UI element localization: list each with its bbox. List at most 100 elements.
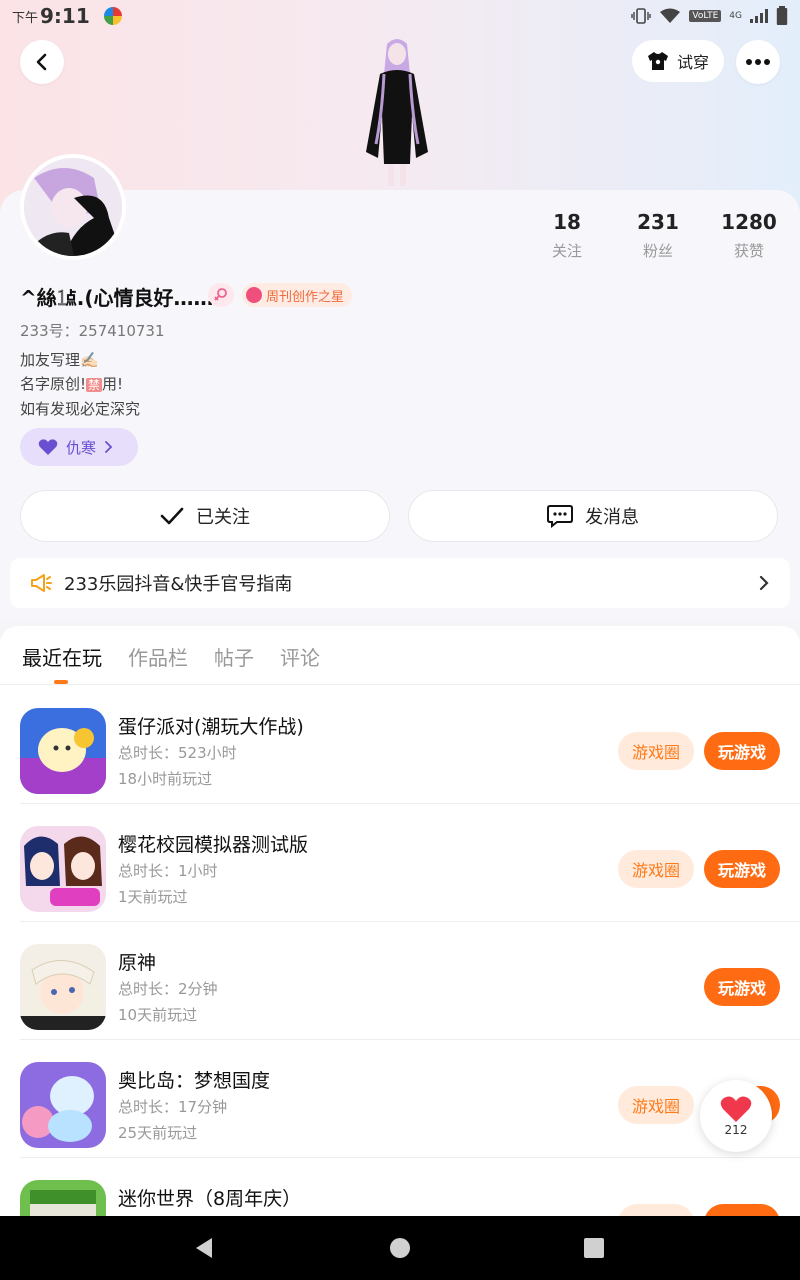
wifi-icon — [660, 8, 681, 23]
system-nav-bar — [0, 1216, 800, 1280]
back-nav-icon[interactable] — [192, 1236, 216, 1260]
game-duration: 总时长：2分钟 — [118, 980, 218, 998]
game-icon[interactable] — [20, 944, 106, 1030]
stat-value: 1280 — [721, 210, 777, 234]
try-on-label: 试穿 — [676, 53, 709, 72]
megaphone-icon — [31, 574, 52, 592]
user-id: 233号：257410731 — [20, 322, 165, 340]
more-button[interactable] — [736, 40, 780, 84]
play-game-button[interactable]: 玩游戏 — [704, 850, 780, 888]
stat-label: 关注 — [551, 242, 582, 260]
flower-icon — [246, 287, 262, 303]
sakura-school-icon — [20, 826, 106, 912]
avatar-figure[interactable] — [352, 34, 442, 190]
game-duration: 总时长：17分钟 — [118, 1098, 228, 1116]
play-game-button[interactable]: 玩游戏 — [704, 1204, 780, 1216]
like-count: 212 — [724, 1123, 748, 1137]
chevron-right-icon — [759, 575, 769, 591]
volte-badge: VoLTE — [689, 10, 722, 22]
tshirt-icon — [647, 52, 668, 70]
message-label: 发消息 — [585, 507, 639, 528]
game-icon[interactable] — [20, 1180, 106, 1216]
game-circle-button[interactable]: 游戏圈 — [618, 1204, 694, 1216]
network-type: 4G — [729, 11, 742, 21]
game-circle-button[interactable]: 游戏圈 — [618, 1086, 694, 1124]
stat-label: 粉丝 — [642, 242, 673, 260]
username: ^絲㍙.(心情良好…… — [20, 286, 214, 310]
game-icon[interactable] — [20, 708, 106, 794]
game-last-played: 25天前玩过 — [118, 1124, 198, 1142]
game-name: 迷你世界（8周年庆） — [118, 1188, 302, 1210]
stat-followers[interactable]: 231 粉丝 — [618, 210, 698, 261]
check-icon — [160, 507, 184, 525]
avatar[interactable] — [20, 154, 126, 260]
badge-label: 周刊创作之星 — [266, 289, 345, 305]
chevron-right-icon — [105, 441, 113, 453]
content-panel: 最近在玩 作品栏 帖子 评论 蛋仔派对(潮玩大作战) 总时长：523小时 18小… — [0, 626, 800, 1216]
game-icon[interactable] — [20, 826, 106, 912]
heart-icon — [720, 1096, 752, 1122]
game-row[interactable]: 蛋仔派对(潮玩大作战) 总时长：523小时 18小时前玩过 游戏圈 玩游戏 — [0, 686, 800, 804]
follow-button[interactable]: 已关注 — [20, 490, 390, 542]
genshin-icon — [20, 944, 106, 1030]
try-on-button[interactable]: 试穿 — [632, 40, 724, 82]
stat-following[interactable]: 18 关注 — [527, 210, 607, 261]
tab-works[interactable]: 作品栏 — [128, 642, 188, 671]
aobi-island-icon — [20, 1062, 106, 1148]
tab-comments[interactable]: 评论 — [280, 642, 320, 671]
game-last-played: 1天前玩过 — [118, 888, 188, 906]
status-bar: 下午 9:11 VoLTE 4G — [0, 0, 800, 32]
avatar-image — [24, 158, 122, 256]
relationship-tag[interactable]: 仇寒 — [20, 428, 138, 466]
tab-recent-play[interactable]: 最近在玩 — [22, 642, 102, 671]
game-icon[interactable] — [20, 1062, 106, 1148]
recents-nav-icon[interactable] — [582, 1236, 606, 1260]
app-notification-icon — [103, 7, 122, 25]
game-circle-button[interactable]: 游戏圈 — [618, 732, 694, 770]
tab-posts[interactable]: 帖子 — [214, 642, 254, 671]
back-button[interactable] — [20, 40, 64, 84]
game-row[interactable]: 樱花校园模拟器测试版 总时长：1小时 1天前玩过 游戏圈 玩游戏 — [0, 804, 800, 922]
game-row[interactable]: 迷你世界（8周年庆） 游戏圈 玩游戏 — [0, 1158, 800, 1216]
chevron-left-icon — [36, 53, 47, 71]
stat-likes[interactable]: 1280 获赞 — [709, 210, 789, 261]
time-prefix: 下午 — [12, 10, 39, 26]
tab-bar: 最近在玩 作品栏 帖子 评论 — [22, 642, 320, 671]
game-duration: 总时长：1小时 — [118, 862, 218, 880]
ban-emoji: 禁 — [86, 378, 103, 392]
female-icon — [214, 288, 227, 301]
battery-icon — [776, 6, 788, 25]
play-game-button[interactable]: 玩游戏 — [704, 732, 780, 770]
game-name: 奥比岛：梦想国度 — [118, 1070, 271, 1092]
bio-line: 加友写理✍🏻 — [20, 351, 99, 369]
game-row[interactable]: 奥比岛：梦想国度 总时长：17分钟 25天前玩过 游戏圈 玩游戏 — [0, 1040, 800, 1158]
eggy-party-icon — [20, 708, 106, 794]
clock: 9:11 — [40, 4, 90, 28]
heart-icon — [38, 439, 58, 455]
notice-text: 233乐园抖音&快手官号指南 — [64, 574, 293, 595]
game-last-played: 18小时前玩过 — [118, 770, 213, 788]
bio-line: 名字原创! 禁用! — [20, 375, 124, 393]
weekly-creator-badge[interactable]: 周刊创作之星 — [242, 283, 353, 307]
game-name: 原神 — [118, 952, 157, 974]
game-name: 樱花校园模拟器测试版 — [118, 834, 309, 856]
stat-label: 获赞 — [733, 242, 764, 260]
notice-bar[interactable]: 233乐园抖音&快手官号指南 — [10, 558, 790, 608]
message-button[interactable]: 发消息 — [408, 490, 778, 542]
mini-world-icon — [20, 1180, 106, 1216]
game-row[interactable]: 原神 总时长：2分钟 10天前玩过 玩游戏 — [0, 922, 800, 1040]
floating-like-button[interactable]: 212 — [700, 1080, 772, 1152]
game-last-played: 10天前玩过 — [118, 1006, 198, 1024]
stat-value: 18 — [553, 210, 581, 234]
follow-label: 已关注 — [196, 507, 250, 528]
divider — [0, 684, 800, 685]
home-nav-icon[interactable] — [388, 1236, 412, 1260]
game-duration: 总时长：523小时 — [118, 744, 237, 762]
more-icon — [746, 59, 770, 65]
vibrate-icon — [631, 8, 652, 24]
play-game-button[interactable]: 玩游戏 — [704, 968, 780, 1006]
bio-line: 如有发现必定深究 — [20, 400, 141, 418]
tag-label: 仇寒 — [66, 438, 97, 457]
game-circle-button[interactable]: 游戏圈 — [618, 850, 694, 888]
chat-icon — [547, 505, 573, 528]
